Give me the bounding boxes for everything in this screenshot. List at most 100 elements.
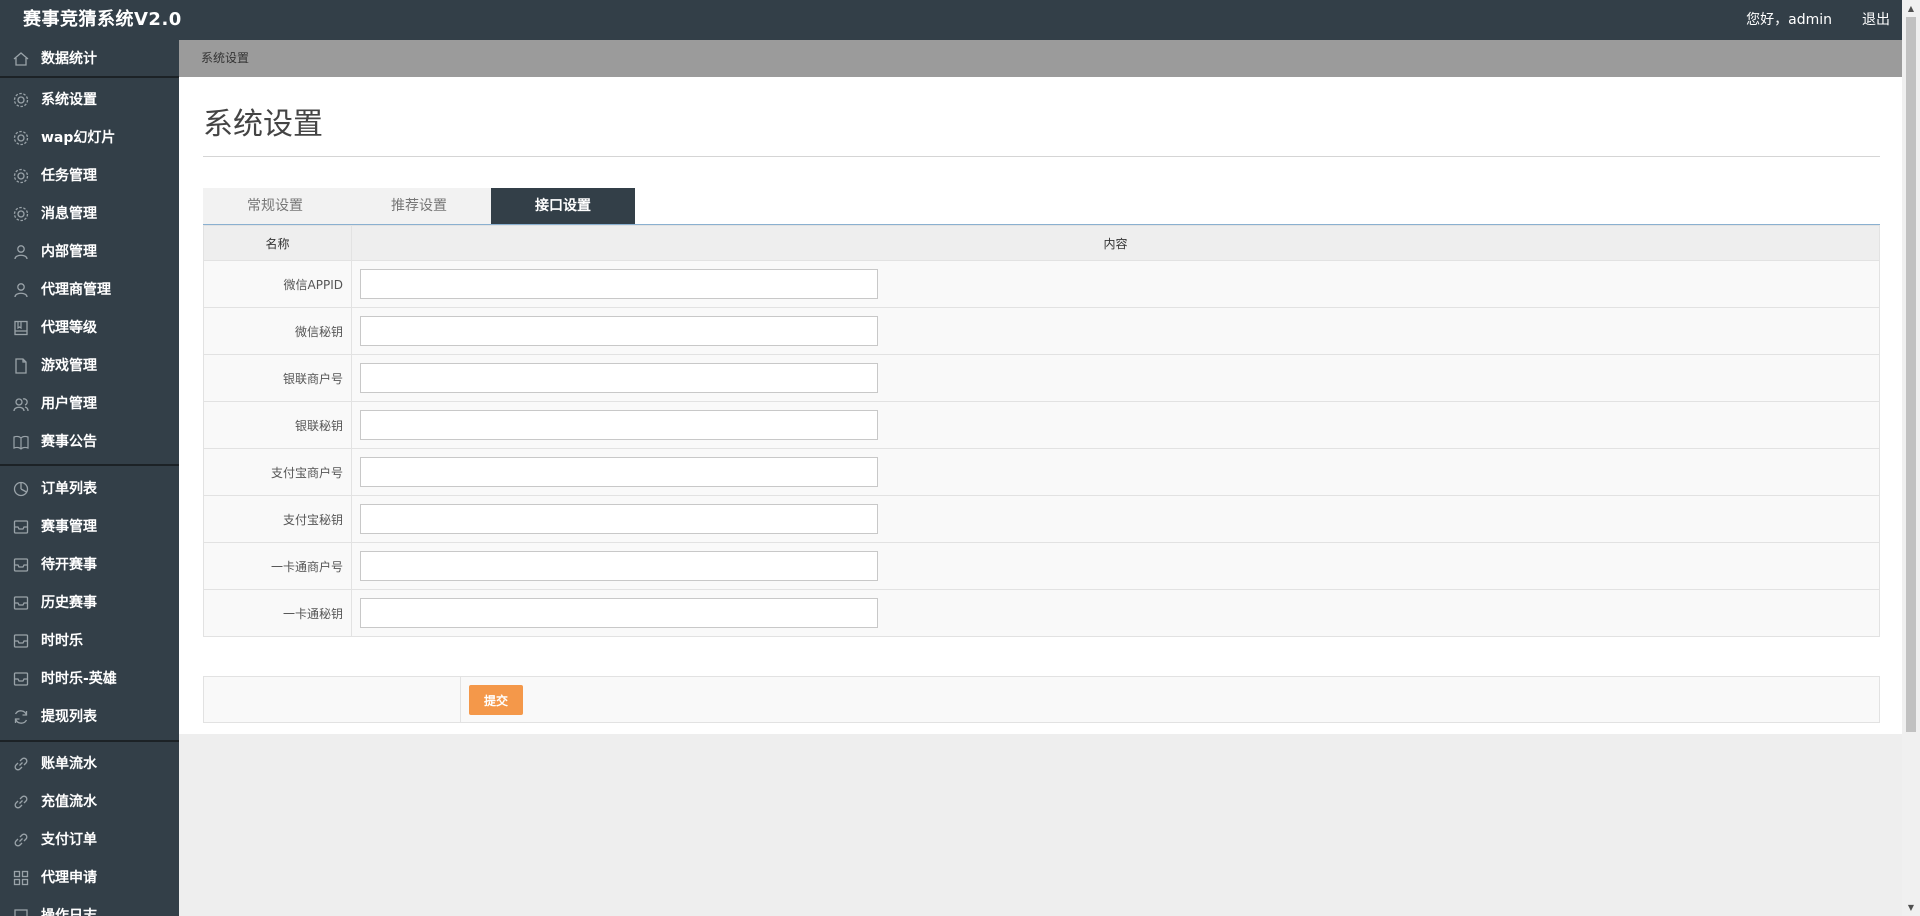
refresh-icon bbox=[12, 708, 30, 726]
sidebar-item[interactable]: 时时乐 bbox=[0, 622, 179, 660]
field-label: 支付宝秘钥 bbox=[203, 495, 352, 543]
sidebar-item-label: 提现列表 bbox=[41, 709, 97, 725]
submit-row: 提交 bbox=[203, 676, 1880, 723]
sidebar-item-label: 账单流水 bbox=[41, 756, 97, 772]
document-icon bbox=[12, 357, 30, 375]
main-area: 系统设置 系统设置 常规设置 推荐设置 接口设置 名称 内容 微信APPID 微信… bbox=[179, 40, 1902, 916]
field-value-cell bbox=[351, 401, 1880, 449]
sidebar-item[interactable]: 时时乐-英雄 bbox=[0, 660, 179, 698]
book-icon bbox=[12, 319, 30, 337]
sidebar-item[interactable]: wap幻灯片 bbox=[0, 119, 179, 157]
sidebar-item[interactable]: 任务管理 bbox=[0, 157, 179, 195]
setting-input[interactable] bbox=[360, 551, 878, 581]
app-brand: 赛事竞猜系统V2.0 bbox=[23, 9, 182, 30]
scrollbar-thumb[interactable] bbox=[1906, 17, 1916, 732]
setting-input[interactable] bbox=[360, 269, 878, 299]
sidebar-item[interactable]: 用户管理 bbox=[0, 385, 179, 423]
interface-settings-table: 名称 内容 微信APPID 微信秘钥 银联商户号 银联秘钥 支付宝商户号 支付宝秘钥一卡通… bbox=[203, 225, 1880, 637]
link-icon bbox=[12, 831, 30, 849]
sidebar-item-label: 时时乐-英雄 bbox=[41, 671, 117, 687]
setting-input[interactable] bbox=[360, 598, 878, 628]
content-panel: 系统设置 常规设置 推荐设置 接口设置 名称 内容 微信APPID 微信秘钥 银联商… bbox=[179, 77, 1902, 734]
sidebar-item[interactable]: 数据统计 bbox=[0, 40, 179, 78]
title-divider bbox=[203, 156, 1880, 157]
sidebar-item-label: 订单列表 bbox=[41, 481, 97, 497]
breadcrumb: 系统设置 bbox=[179, 40, 1902, 77]
setting-input[interactable] bbox=[360, 504, 878, 534]
page-scrollbar[interactable]: ▲ ▼ bbox=[1902, 0, 1920, 916]
scroll-up-icon[interactable]: ▲ bbox=[1902, 0, 1920, 17]
logout-link[interactable]: 退出 bbox=[1862, 0, 1890, 40]
field-label: 银联商户号 bbox=[203, 354, 352, 402]
tab-recommend[interactable]: 推荐设置 bbox=[347, 188, 491, 224]
table-row: 微信秘钥 bbox=[203, 307, 1880, 355]
square-icon bbox=[12, 907, 30, 916]
sidebar-item[interactable]: 内部管理 bbox=[0, 233, 179, 271]
breadcrumb-item[interactable]: 系统设置 bbox=[201, 40, 249, 77]
field-value-cell bbox=[351, 542, 1880, 590]
page-title: 系统设置 bbox=[203, 107, 323, 142]
field-label: 微信APPID bbox=[203, 260, 352, 308]
setting-input[interactable] bbox=[360, 316, 878, 346]
sidebar-item-label: 数据统计 bbox=[41, 51, 97, 67]
sidebar: 数据统计系统设置 wap幻灯片任务管理消息管理 内部管理代理商管理代理等级游戏管理用… bbox=[0, 40, 179, 916]
column-header-name: 名称 bbox=[203, 225, 352, 261]
sidebar-item[interactable]: 历史赛事 bbox=[0, 584, 179, 622]
users-icon bbox=[12, 395, 30, 413]
sidebar-item-label: 游戏管理 bbox=[41, 358, 97, 374]
sidebar-item[interactable]: 消息管理 bbox=[0, 195, 179, 233]
gear-icon bbox=[12, 205, 30, 223]
scroll-down-icon[interactable]: ▼ bbox=[1902, 899, 1920, 916]
tab-interface[interactable]: 接口设置 bbox=[491, 188, 635, 224]
sidebar-item[interactable]: 充值流水 bbox=[0, 783, 179, 821]
sidebar-item-label: 任务管理 bbox=[41, 168, 97, 184]
field-value-cell bbox=[351, 260, 1880, 308]
table-row: 一卡通秘钥 bbox=[203, 589, 1880, 637]
sidebar-item-label: 支付订单 bbox=[41, 832, 97, 848]
open-book-icon bbox=[12, 433, 30, 451]
sidebar-item[interactable]: 代理申请 bbox=[0, 859, 179, 897]
field-label: 微信秘钥 bbox=[203, 307, 352, 355]
grid-icon bbox=[12, 869, 30, 887]
sidebar-item[interactable]: 账单流水 bbox=[0, 745, 179, 783]
column-header-content: 内容 bbox=[351, 225, 1880, 261]
sidebar-item[interactable]: 待开赛事 bbox=[0, 546, 179, 584]
sidebar-item[interactable]: 赛事公告 bbox=[0, 423, 179, 461]
field-value-cell bbox=[351, 448, 1880, 496]
sidebar-item[interactable]: 提现列表 bbox=[0, 698, 179, 736]
top-bar: 赛事竞猜系统V2.0 您好，admin 退出 bbox=[0, 0, 1920, 40]
sidebar-item-label: 代理等级 bbox=[41, 320, 97, 336]
field-value-cell bbox=[351, 589, 1880, 637]
field-label: 银联秘钥 bbox=[203, 401, 352, 449]
sidebar-item[interactable]: 操作日志 bbox=[0, 897, 179, 916]
sidebar-item[interactable]: 代理商管理 bbox=[0, 271, 179, 309]
sidebar-separator bbox=[0, 464, 179, 466]
sidebar-item-label: 用户管理 bbox=[41, 396, 97, 412]
inbox-icon bbox=[12, 594, 30, 612]
sidebar-item[interactable]: 订单列表 bbox=[0, 470, 179, 508]
tab-general[interactable]: 常规设置 bbox=[203, 188, 347, 224]
sidebar-item-label: 操作日志 bbox=[41, 908, 97, 916]
sidebar-item-label: 赛事公告 bbox=[41, 434, 97, 450]
gear-icon bbox=[12, 129, 30, 147]
sidebar-item[interactable]: 游戏管理 bbox=[0, 347, 179, 385]
setting-input[interactable] bbox=[360, 457, 878, 487]
sidebar-item-label: 充值流水 bbox=[41, 794, 97, 810]
inbox-icon bbox=[12, 670, 30, 688]
link-icon bbox=[12, 793, 30, 811]
sidebar-item[interactable]: 支付订单 bbox=[0, 821, 179, 859]
sidebar-item-label: 代理商管理 bbox=[41, 282, 111, 298]
sidebar-item[interactable]: 赛事管理 bbox=[0, 508, 179, 546]
submit-button[interactable]: 提交 bbox=[469, 685, 523, 715]
table-row: 微信APPID bbox=[203, 260, 1880, 308]
setting-input[interactable] bbox=[360, 410, 878, 440]
sidebar-item[interactable]: 系统设置 bbox=[0, 81, 179, 119]
table-row: 银联秘钥 bbox=[203, 401, 1880, 449]
setting-input[interactable] bbox=[360, 363, 878, 393]
sidebar-item-label: 系统设置 bbox=[41, 92, 97, 108]
table-row: 支付宝秘钥 bbox=[203, 495, 1880, 543]
field-label: 支付宝商户号 bbox=[203, 448, 352, 496]
gear-icon bbox=[12, 167, 30, 185]
sidebar-item[interactable]: 代理等级 bbox=[0, 309, 179, 347]
link-icon bbox=[12, 755, 30, 773]
